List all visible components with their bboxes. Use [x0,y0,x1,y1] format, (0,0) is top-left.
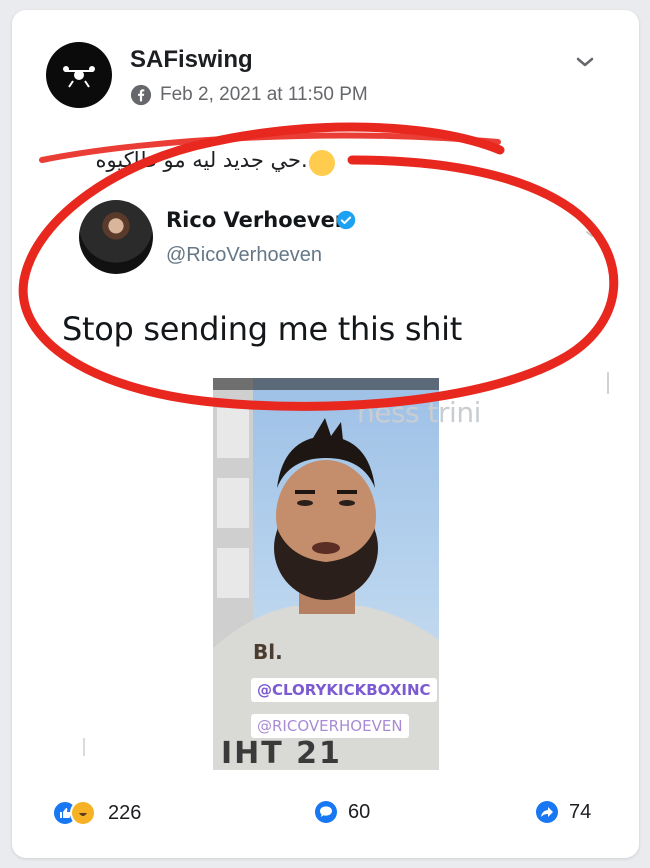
tweet-handle: @RicoVerhoeven [166,244,322,266]
comments-count: 60 [348,800,371,823]
shares-count: 74 [569,800,592,823]
image-watermark: ness trini [357,396,481,429]
drone-logo-icon [63,66,95,88]
tweet-text: Stop sending me this shit [62,310,463,348]
mention-sticker: @RICOVERHOEVEN [251,714,409,738]
divider-mark [83,738,85,756]
tweet-avatar [79,200,153,274]
divider-mark [607,372,609,394]
page-avatar[interactable] [46,42,112,108]
post-card: SAFiswing Feb 2, 2021 at 11:50 PM ...حي … [12,10,639,858]
shirt-print-text: IHT 21 [221,736,342,770]
mention-sticker: @CLORYKICKBOXINC [251,678,437,702]
tweet-author-name: Rico Verhoeven [166,208,350,232]
post-text: ...حي جديد ليه مو طاكيوه [95,148,321,172]
reactions-summary[interactable]: 226 [52,800,141,826]
haha-reaction-icon [70,800,96,826]
sticker-emoji-text: Bl. [253,640,283,664]
share-icon [536,801,558,823]
post-meta: Feb 2, 2021 at 11:50 PM [130,84,368,106]
post-timestamp[interactable]: Feb 2, 2021 at 11:50 PM [160,84,368,106]
chevron-down-icon[interactable] [573,50,597,74]
verified-badge-icon [336,210,356,230]
post-image[interactable]: Bl. @CLORYKICKBOXINC @RICOVERHOEVEN IHT … [213,378,439,770]
tweet-chevron-icon [586,231,598,238]
comments-summary[interactable]: 60 [314,800,370,824]
reactions-count: 226 [108,801,142,824]
person-selfie-illustration [213,378,439,770]
reaction-icons [52,800,96,826]
comment-icon [315,801,337,823]
emoji-icon [309,150,335,176]
page-name[interactable]: SAFiswing [130,46,253,74]
post-footer: 226 60 74 [12,790,639,834]
facebook-icon [130,84,152,106]
shares-summary[interactable]: 74 [535,800,591,824]
